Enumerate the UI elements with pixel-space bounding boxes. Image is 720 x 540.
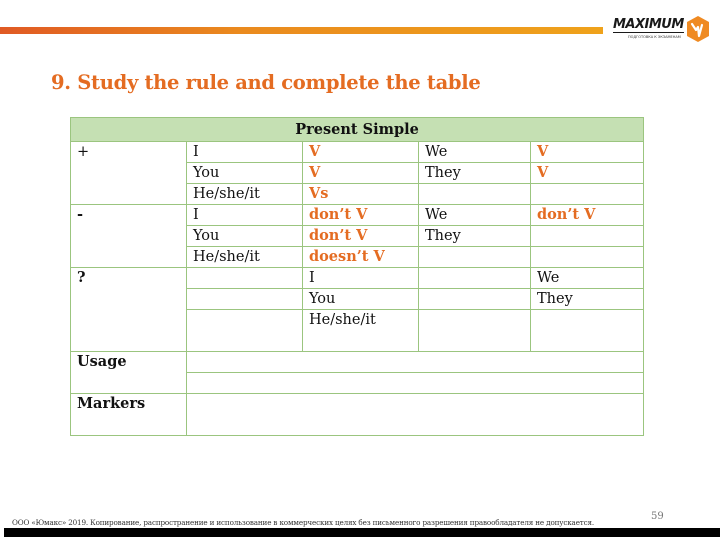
pronoun-cell	[418, 246, 531, 268]
verb-cell[interactable]	[418, 309, 531, 352]
usage-label: Usage	[70, 351, 187, 394]
form-cell[interactable]: V	[302, 162, 419, 184]
pronoun-cell: They	[418, 162, 531, 184]
table-heading: Present Simple	[69, 117, 645, 142]
pronoun-cell: We	[418, 141, 531, 163]
form-cell[interactable]: V	[529, 141, 645, 163]
present-simple-table: Present Simple + I V We V You V They V H…	[69, 117, 645, 436]
form-cell[interactable]	[529, 183, 645, 205]
markers-label: Markers	[70, 393, 187, 436]
footer-bar	[4, 528, 720, 537]
affirmative-label: +	[70, 141, 187, 205]
table-row: Markers	[70, 393, 645, 436]
aux-cell[interactable]	[186, 267, 303, 289]
pronoun-cell: We	[529, 267, 645, 289]
form-cell[interactable]: V	[302, 141, 419, 163]
usage-cell[interactable]	[185, 351, 645, 373]
question-label: ?	[70, 267, 187, 352]
pronoun-cell: You	[186, 225, 303, 247]
pronoun-cell: You	[302, 288, 419, 310]
pronoun-cell: They	[529, 288, 645, 310]
pronoun-cell: We	[418, 204, 531, 226]
form-cell[interactable]: doesn’t V	[302, 246, 419, 268]
form-cell[interactable]: don’t V	[302, 225, 419, 247]
brand-tagline: ПОДГОТОВКА К ЭКЗАМЕНАМ	[628, 35, 681, 39]
brand-name: MAXIMUM	[613, 17, 684, 33]
pronoun-cell	[529, 309, 645, 352]
verb-cell[interactable]	[418, 267, 531, 289]
pronoun-cell: He/she/it	[302, 309, 419, 352]
negative-label: -	[70, 204, 187, 268]
form-cell[interactable]: don’t V	[302, 204, 419, 226]
pronoun-cell: I	[302, 267, 419, 289]
aux-cell[interactable]	[186, 288, 303, 310]
usage-cell[interactable]	[185, 372, 645, 394]
pronoun-cell: He/she/it	[186, 183, 303, 205]
table-row: ? I We	[70, 267, 645, 352]
pronoun-cell: I	[186, 141, 303, 163]
form-cell[interactable]	[529, 246, 645, 268]
table-row: Usage	[70, 351, 645, 394]
header-gradient-bar	[0, 27, 603, 34]
form-cell[interactable]: Vs	[302, 183, 419, 205]
aux-cell[interactable]	[186, 309, 303, 352]
markers-cell[interactable]	[185, 393, 645, 436]
pronoun-cell: You	[186, 162, 303, 184]
form-cell[interactable]: don’t V	[529, 204, 645, 226]
form-cell[interactable]: V	[529, 162, 645, 184]
table-row: - I don’t V We don’t V	[70, 204, 645, 268]
pronoun-cell: They	[418, 225, 531, 247]
pronoun-cell: He/she/it	[186, 246, 303, 268]
pronoun-cell: I	[186, 204, 303, 226]
brand-mark-icon	[687, 16, 709, 42]
page-title: 9. Study the rule and complete the table	[51, 71, 481, 94]
table-row: + I V We V	[70, 141, 645, 205]
pronoun-cell	[418, 183, 531, 205]
brand-logo: MAXIMUM ПОДГОТОВКА К ЭКЗАМЕНАМ	[612, 14, 712, 50]
form-cell[interactable]	[529, 225, 645, 247]
verb-cell[interactable]	[418, 288, 531, 310]
copyright-notice: ООО «Юмакс» 2019. Копирование, распростр…	[12, 518, 595, 527]
